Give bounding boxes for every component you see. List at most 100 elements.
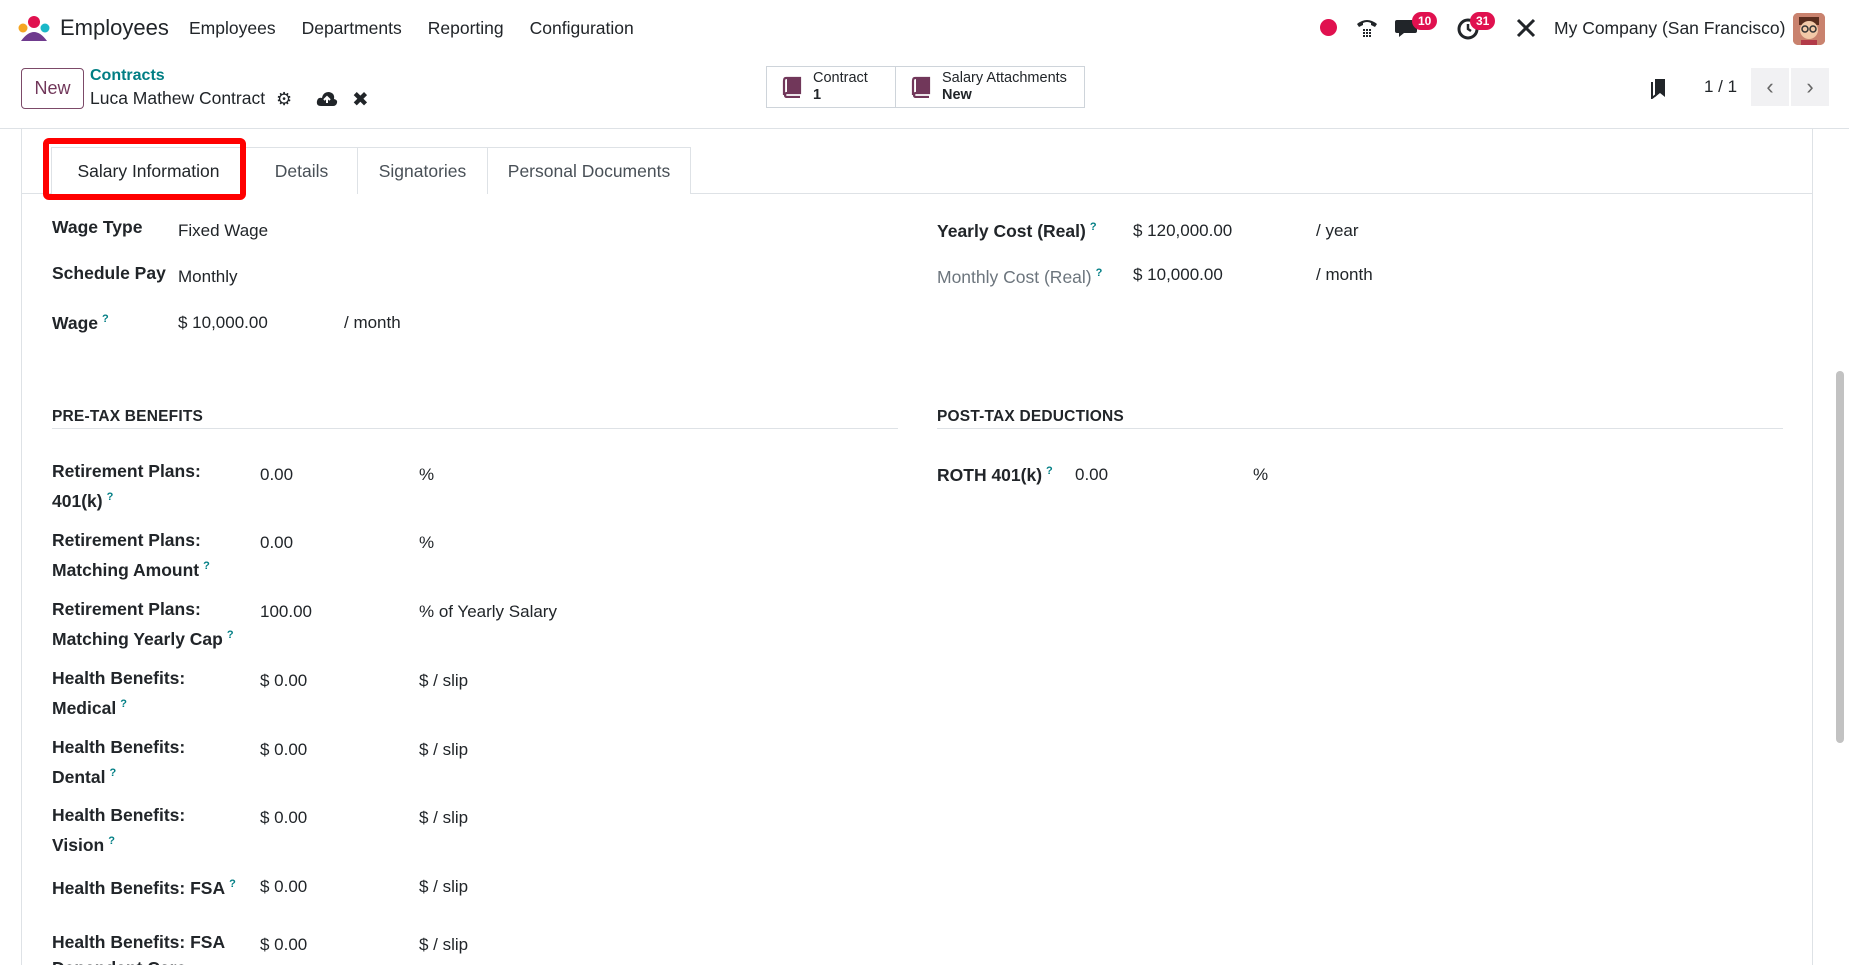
row-label-line1: Retirement Plans: (52, 530, 201, 550)
row-value[interactable]: 100.00 (260, 602, 312, 622)
row-label-line2-text: Matching Amount (52, 559, 200, 580)
breadcrumb-contracts[interactable]: Contracts (90, 67, 165, 85)
row-unit: % (419, 533, 435, 552)
row-label: Health Benefits: FSA Dependent Care (52, 929, 225, 965)
divider (52, 428, 898, 429)
row-label-line1: Retirement Plans: (52, 461, 201, 481)
row-label-line2: Medical? (52, 691, 185, 721)
vertical-scrollbar[interactable] (1836, 371, 1844, 743)
pager-value[interactable]: 1 / 1 (1704, 77, 1737, 97)
help-icon[interactable]: ? (120, 698, 127, 710)
pre-tax-benefits-title: PRE-TAX BENEFITS (52, 408, 204, 425)
row-unit: $ / slip (419, 671, 469, 690)
post-tax-deductions-title: POST-TAX DEDUCTIONS (937, 408, 1124, 425)
help-icon[interactable]: ? (102, 313, 109, 325)
row-label: Health Benefits: Dental? (52, 734, 185, 790)
row-label: Retirement Plans: Matching Amount? (52, 527, 210, 583)
wage-unit: / month (344, 313, 401, 332)
row-label-line2: 401(k)? (52, 484, 201, 514)
main-menu: Employees Departments Reporting Configur… (189, 18, 660, 39)
gear-icon[interactable]: ⚙ (276, 89, 292, 110)
employees-app-icon[interactable] (17, 15, 51, 41)
help-icon[interactable]: ? (1046, 465, 1053, 477)
book-icon (782, 76, 802, 98)
tab-details[interactable]: Details (245, 147, 358, 194)
help-icon[interactable]: ? (203, 560, 210, 572)
row-label-line2: Matching Yearly Cap? (52, 622, 234, 652)
row-unit: $ / slip (419, 808, 469, 827)
messages-badge: 10 (1412, 12, 1438, 30)
help-icon[interactable]: ? (1090, 221, 1097, 233)
top-navbar: Employees Employees Departments Reportin… (0, 0, 1849, 56)
discard-close-icon[interactable]: ✖ (352, 87, 369, 112)
roth-401k-value[interactable]: 0.00 (1075, 465, 1108, 485)
pager-previous-button[interactable]: ‹ (1751, 68, 1789, 106)
roth-401k-unit: % (1253, 465, 1269, 484)
help-icon[interactable]: ? (229, 878, 236, 890)
book-icon (911, 76, 931, 98)
tools-icon[interactable] (1515, 17, 1537, 39)
wage-value[interactable]: $ 10,000.00 (178, 313, 268, 333)
schedule-pay-value[interactable]: Monthly (178, 267, 238, 287)
yearly-cost-label-text: Yearly Cost (Real) (937, 220, 1086, 241)
wage-type-value[interactable]: Fixed Wage (178, 221, 268, 241)
row-label-line2-text: Dental (52, 766, 106, 787)
row-value[interactable]: 0.00 (260, 533, 293, 553)
tab-personal-documents[interactable]: Personal Documents (487, 147, 691, 194)
row-label-line1: Health Benefits: (52, 805, 186, 825)
row-label: Retirement Plans: 401(k)? (52, 458, 201, 514)
menu-employees[interactable]: Employees (189, 18, 276, 39)
company-switcher[interactable]: My Company (San Francisco) (1554, 18, 1785, 39)
row-label-line1: Health Benefits: (52, 668, 186, 688)
row-value[interactable]: $ 0.00 (260, 877, 307, 897)
row-value[interactable]: 0.00 (260, 465, 293, 485)
phone-icon[interactable] (1355, 16, 1379, 40)
menu-configuration[interactable]: Configuration (530, 18, 634, 39)
activities-badge: 31 (1470, 12, 1496, 30)
schedule-pay-label: Schedule Pay (52, 263, 166, 283)
monthly-cost-label-text: Monthly Cost (Real) (937, 266, 1092, 287)
user-avatar[interactable] (1793, 13, 1825, 45)
wage-label-text: Wage (52, 312, 99, 333)
new-button[interactable]: New (21, 68, 84, 109)
row-label-line2-text: Vision (52, 834, 105, 855)
help-icon[interactable]: ? (227, 629, 234, 641)
row-label-line2-text: Matching Yearly Cap (52, 628, 223, 649)
recording-indicator-icon[interactable] (1320, 19, 1337, 36)
help-icon[interactable]: ? (108, 835, 115, 847)
app-name[interactable]: Employees (60, 15, 169, 41)
row-label: Retirement Plans: Matching Yearly Cap? (52, 596, 234, 652)
row-value[interactable]: $ 0.00 (260, 671, 307, 691)
contract-smart-button[interactable]: Contract 1 (766, 66, 896, 108)
help-icon[interactable]: ? (109, 767, 116, 779)
row-label-text: Health Benefits: FSA (52, 877, 226, 898)
smart-button-label: Salary Attachments (942, 70, 1067, 86)
save-cloud-icon[interactable] (316, 90, 338, 108)
row-label-line2: Dental? (52, 760, 185, 790)
menu-reporting[interactable]: Reporting (428, 18, 504, 39)
row-value[interactable]: $ 0.00 (260, 740, 307, 760)
pager-next-button[interactable]: › (1791, 68, 1829, 106)
row-unit: % of Yearly Salary (419, 602, 557, 621)
roth-401k-label-text: ROTH 401(k) (937, 464, 1043, 485)
wage-label: Wage? (52, 306, 109, 336)
menu-departments[interactable]: Departments (302, 18, 402, 39)
help-icon[interactable]: ? (1096, 267, 1103, 279)
smart-button-label: Contract (813, 70, 868, 86)
row-label-line2: Vision? (52, 828, 185, 858)
row-label-line1: Health Benefits: (52, 737, 186, 757)
tab-salary-information[interactable]: Salary Information (51, 147, 246, 195)
help-icon[interactable]: ? (107, 491, 114, 503)
control-panel: New Contracts Luca Mathew Contract ⚙ ✖ C… (0, 56, 1849, 129)
smart-button-value: New (942, 87, 972, 103)
row-label-line2-text: Medical (52, 697, 117, 718)
tab-signatories[interactable]: Signatories (357, 147, 488, 194)
row-value[interactable]: $ 0.00 (260, 935, 307, 955)
row-value[interactable]: $ 0.00 (260, 808, 307, 828)
row-label-line2: Dependent Care (52, 955, 225, 965)
bookmarks-icon[interactable] (1650, 77, 1668, 99)
roth-401k-label: ROTH 401(k)? (937, 458, 1053, 488)
salary-attachments-smart-button[interactable]: Salary Attachments New (895, 66, 1085, 108)
smart-button-value: 1 (813, 87, 822, 103)
row-unit: $ / slip (419, 935, 469, 954)
